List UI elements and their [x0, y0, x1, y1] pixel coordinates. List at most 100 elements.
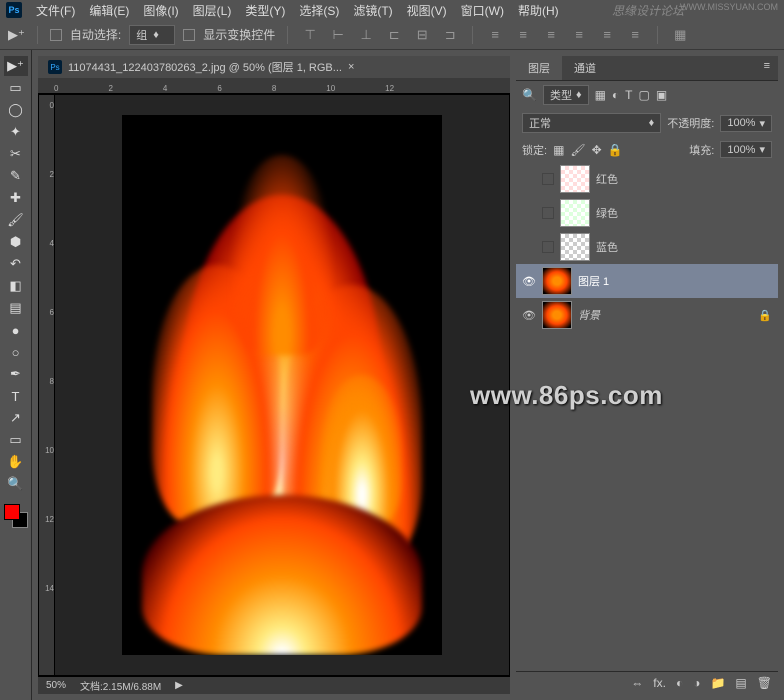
forum-title: 思缘设计论坛	[612, 2, 684, 19]
close-tab-icon[interactable]: ×	[348, 61, 354, 73]
opacity-input[interactable]: 100%▾	[720, 115, 772, 132]
dodge-tool[interactable]: ○	[4, 342, 28, 362]
filter-shape-icon[interactable]: ▢	[639, 88, 650, 102]
align-right-icon[interactable]: ⊐	[440, 26, 460, 44]
zoom-level[interactable]: 50%	[46, 680, 66, 691]
filter-adjust-icon[interactable]: ◐	[612, 88, 619, 102]
menu-image[interactable]: 图像(I)	[143, 2, 178, 19]
lasso-tool[interactable]: ◯	[4, 100, 28, 120]
tools-panel: ▶⁺ ▭ ◯ ✦ ✂ ✎ ✚ 🖌 ⬢ ↶ ◧ ▤ ● ○ ✒ T ↗ ▭ ✋ 🔍	[0, 50, 32, 700]
shape-tool[interactable]: ▭	[4, 430, 28, 450]
ruler-horizontal: 024681012	[38, 78, 510, 94]
distribute-hmid-icon[interactable]: ≡	[597, 26, 617, 44]
lock-icon: 🔒	[758, 309, 772, 322]
canvas[interactable]	[55, 95, 509, 675]
auto-select-checkbox[interactable]	[50, 29, 62, 41]
zoom-tool[interactable]: 🔍	[4, 474, 28, 494]
align-hmid-icon[interactable]: ⊟	[412, 26, 432, 44]
move-tool-icon[interactable]: ▶⁺	[8, 27, 25, 43]
wand-tool[interactable]: ✦	[4, 122, 28, 142]
layer-red[interactable]: 红色	[516, 162, 778, 196]
align-top-icon[interactable]: ⊤	[300, 26, 320, 44]
watermark: www.86ps.com	[470, 380, 663, 411]
tab-layers[interactable]: 图层	[516, 56, 562, 80]
search-icon: 🔍	[522, 88, 537, 102]
layers-list: 红色 绿色 蓝色 👁 图层 1 👁 背景	[516, 162, 778, 671]
distribute-bottom-icon[interactable]: ≡	[541, 26, 561, 44]
distribute-left-icon[interactable]: ≡	[569, 26, 589, 44]
eyedropper-tool[interactable]: ✎	[4, 166, 28, 186]
lock-trans-icon[interactable]: ▦	[553, 143, 564, 157]
filter-smart-icon[interactable]: ▣	[656, 88, 667, 102]
crop-tool[interactable]: ✂	[4, 144, 28, 164]
lock-move-icon[interactable]: ✥	[592, 143, 602, 157]
lock-brush-icon[interactable]: 🖌	[570, 143, 585, 157]
gradient-tool[interactable]: ▤	[4, 298, 28, 318]
menu-file[interactable]: 文件(F)	[36, 2, 75, 19]
show-transform-checkbox[interactable]	[183, 29, 195, 41]
document-window: Ps 11074431_122403780263_2.jpg @ 50% (图层…	[38, 56, 510, 694]
pen-tool[interactable]: ✒	[4, 364, 28, 384]
brush-tool[interactable]: 🖌	[4, 210, 28, 230]
blend-mode-combo[interactable]: 正常♦	[522, 113, 661, 133]
menu-type[interactable]: 类型(Y)	[245, 2, 285, 19]
menu-view[interactable]: 视图(V)	[407, 2, 447, 19]
adjust-icon[interactable]: ◑	[693, 676, 700, 690]
visibility-icon[interactable]: 👁	[522, 275, 536, 288]
layer-background[interactable]: 👁 背景 🔒	[516, 298, 778, 332]
group-icon[interactable]: 📁	[710, 676, 725, 690]
panel-menu-icon[interactable]: ≡	[756, 56, 778, 80]
filter-type-combo[interactable]: 类型♦	[543, 85, 589, 105]
auto-select-combo[interactable]: 组♦	[129, 25, 175, 45]
filter-type-icon[interactable]: T	[625, 88, 632, 102]
heal-tool[interactable]: ✚	[4, 188, 28, 208]
document-tab[interactable]: Ps 11074431_122403780263_2.jpg @ 50% (图层…	[38, 56, 510, 78]
menu-layer[interactable]: 图层(L)	[193, 2, 232, 19]
arrange-icon[interactable]: ▦	[670, 26, 690, 44]
lock-all-icon[interactable]: 🔒	[608, 143, 623, 157]
marquee-tool[interactable]: ▭	[4, 78, 28, 98]
tab-channels[interactable]: 通道	[562, 56, 608, 80]
menu-help[interactable]: 帮助(H)	[518, 2, 559, 19]
hand-tool[interactable]: ✋	[4, 452, 28, 472]
fx-icon[interactable]: fx.	[653, 676, 666, 690]
distribute-vmid-icon[interactable]: ≡	[513, 26, 533, 44]
move-tool[interactable]: ▶⁺	[4, 56, 28, 76]
history-brush-tool[interactable]: ↶	[4, 254, 28, 274]
doc-size: 文档:2.15M/6.88M	[80, 678, 161, 693]
align-left-icon[interactable]: ⊏	[384, 26, 404, 44]
fire-image	[122, 115, 442, 655]
menu-filter[interactable]: 滤镜(T)	[353, 2, 392, 19]
layer-green[interactable]: 绿色	[516, 196, 778, 230]
fill-label: 填充:	[689, 142, 714, 158]
color-swatches[interactable]	[4, 504, 28, 528]
menu-window[interactable]: 窗口(W)	[461, 2, 504, 19]
align-vmid-icon[interactable]: ⊢	[328, 26, 348, 44]
opacity-label: 不透明度:	[667, 115, 714, 131]
eraser-tool[interactable]: ◧	[4, 276, 28, 296]
layers-panel: 图层 通道 ≡ 🔍 类型♦ ▦ ◐ T ▢ ▣ 正常♦ 不透明度: 100%▾ …	[516, 56, 778, 694]
link-layers-icon[interactable]: ⇔	[631, 676, 643, 690]
align-bottom-icon[interactable]: ⊥	[356, 26, 376, 44]
fill-input[interactable]: 100%▾	[720, 141, 772, 158]
new-layer-icon[interactable]: ▤	[735, 676, 746, 690]
visibility-icon[interactable]: 👁	[522, 309, 536, 322]
blur-tool[interactable]: ●	[4, 320, 28, 340]
mask-icon[interactable]: ◐	[676, 676, 683, 690]
layer-1[interactable]: 👁 图层 1	[516, 264, 778, 298]
type-tool[interactable]: T	[4, 386, 28, 406]
menu-edit[interactable]: 编辑(E)	[89, 2, 129, 19]
forum-url: WWW.MISSYUAN.COM	[680, 2, 778, 12]
distribute-top-icon[interactable]: ≡	[485, 26, 505, 44]
filter-pixel-icon[interactable]: ▦	[595, 88, 606, 102]
delete-layer-icon[interactable]: 🗑	[757, 676, 772, 690]
lock-label: 锁定:	[522, 142, 547, 158]
ps-doc-icon: Ps	[48, 60, 62, 74]
stamp-tool[interactable]: ⬢	[4, 232, 28, 252]
path-tool[interactable]: ↗	[4, 408, 28, 428]
layer-blue[interactable]: 蓝色	[516, 230, 778, 264]
document-title: 11074431_122403780263_2.jpg @ 50% (图层 1,…	[68, 59, 342, 75]
options-bar: ▶⁺ 自动选择: 组♦ 显示变换控件 ⊤ ⊢ ⊥ ⊏ ⊟ ⊐ ≡ ≡ ≡ ≡ ≡…	[0, 20, 784, 50]
menu-select[interactable]: 选择(S)	[299, 2, 339, 19]
distribute-right-icon[interactable]: ≡	[625, 26, 645, 44]
